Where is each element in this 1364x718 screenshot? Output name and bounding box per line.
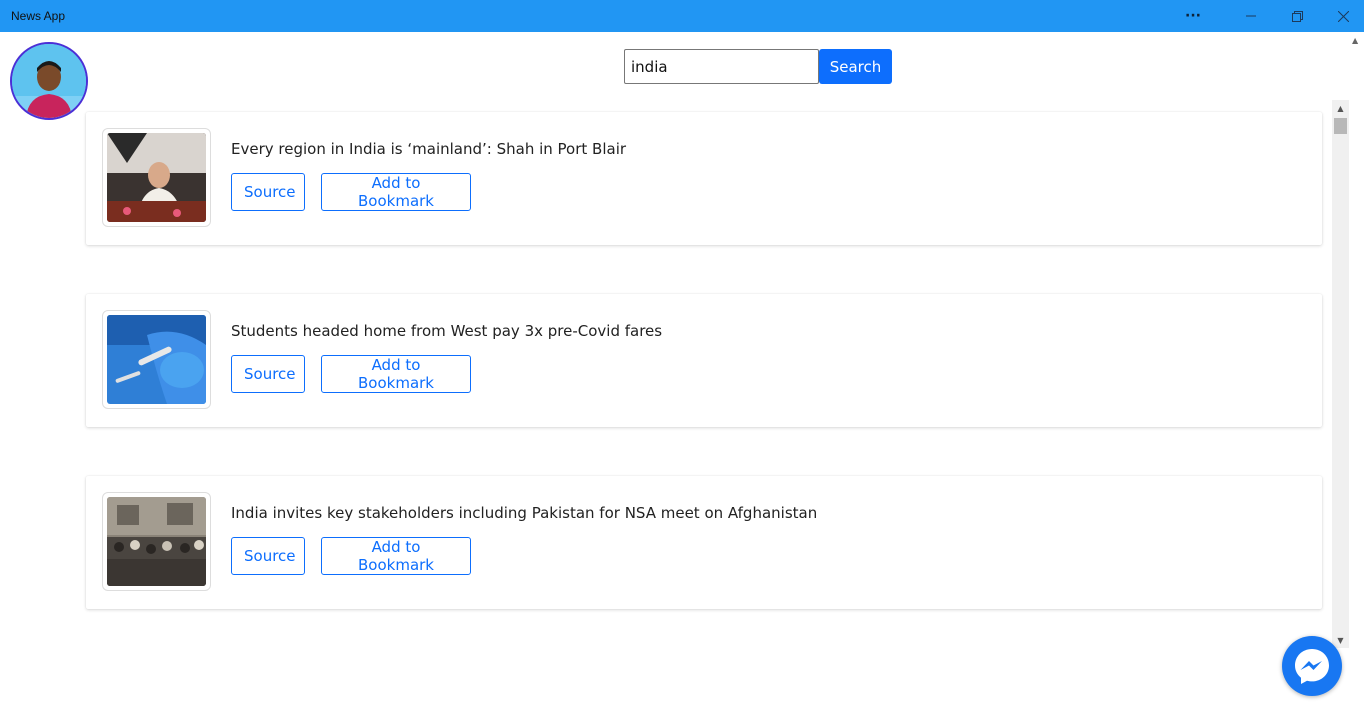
source-button[interactable]: Source	[231, 537, 305, 575]
scroll-thumb[interactable]	[1334, 118, 1347, 134]
source-button[interactable]: Source	[231, 355, 305, 393]
window-scrollbar[interactable]	[1350, 32, 1364, 718]
news-headline: Students headed home from West pay 3x pr…	[231, 322, 663, 340]
news-card: Every region in India is ‘mainland’: Sha…	[86, 112, 1322, 245]
window-title: News App	[11, 9, 66, 23]
news-thumbnail	[107, 133, 206, 222]
restore-icon	[1291, 10, 1303, 22]
title-bar: News App ···	[0, 0, 1364, 32]
messenger-icon	[1295, 649, 1329, 684]
news-card: Students headed home from West pay 3x pr…	[86, 294, 1322, 427]
news-headline: Every region in India is ‘mainland’: Sha…	[231, 140, 627, 158]
news-card: India invites key stakeholders including…	[86, 476, 1322, 609]
window-scroll-up-icon[interactable]: ▲	[1352, 36, 1358, 45]
add-to-bookmark-button[interactable]: Add to Bookmark	[321, 355, 471, 393]
scroll-up-icon[interactable]: ▲	[1332, 100, 1349, 116]
news-headline: India invites key stakeholders including…	[231, 504, 818, 522]
close-icon	[1337, 10, 1349, 22]
minimize-icon	[1246, 15, 1256, 17]
add-to-bookmark-button[interactable]: Add to Bookmark	[321, 537, 471, 575]
thumbnail-frame	[102, 310, 211, 409]
news-thumbnail	[107, 315, 206, 404]
messenger-chat-button[interactable]	[1282, 636, 1342, 696]
source-button[interactable]: Source	[231, 173, 305, 211]
search-button[interactable]: Search	[819, 49, 892, 84]
more-options-button[interactable]: ···	[1170, 0, 1216, 32]
feed-scrollbar[interactable]: ▲ ▼	[1332, 100, 1349, 648]
search-input[interactable]	[624, 49, 819, 84]
minimize-button[interactable]	[1228, 0, 1274, 32]
thumbnail-frame	[102, 128, 211, 227]
news-thumbnail	[107, 497, 206, 586]
maximize-button[interactable]	[1274, 0, 1320, 32]
close-button[interactable]	[1320, 0, 1364, 32]
thumbnail-frame	[102, 492, 211, 591]
news-feed[interactable]: Every region in India is ‘mainland’: Sha…	[0, 100, 1332, 648]
add-to-bookmark-button[interactable]: Add to Bookmark	[321, 173, 471, 211]
